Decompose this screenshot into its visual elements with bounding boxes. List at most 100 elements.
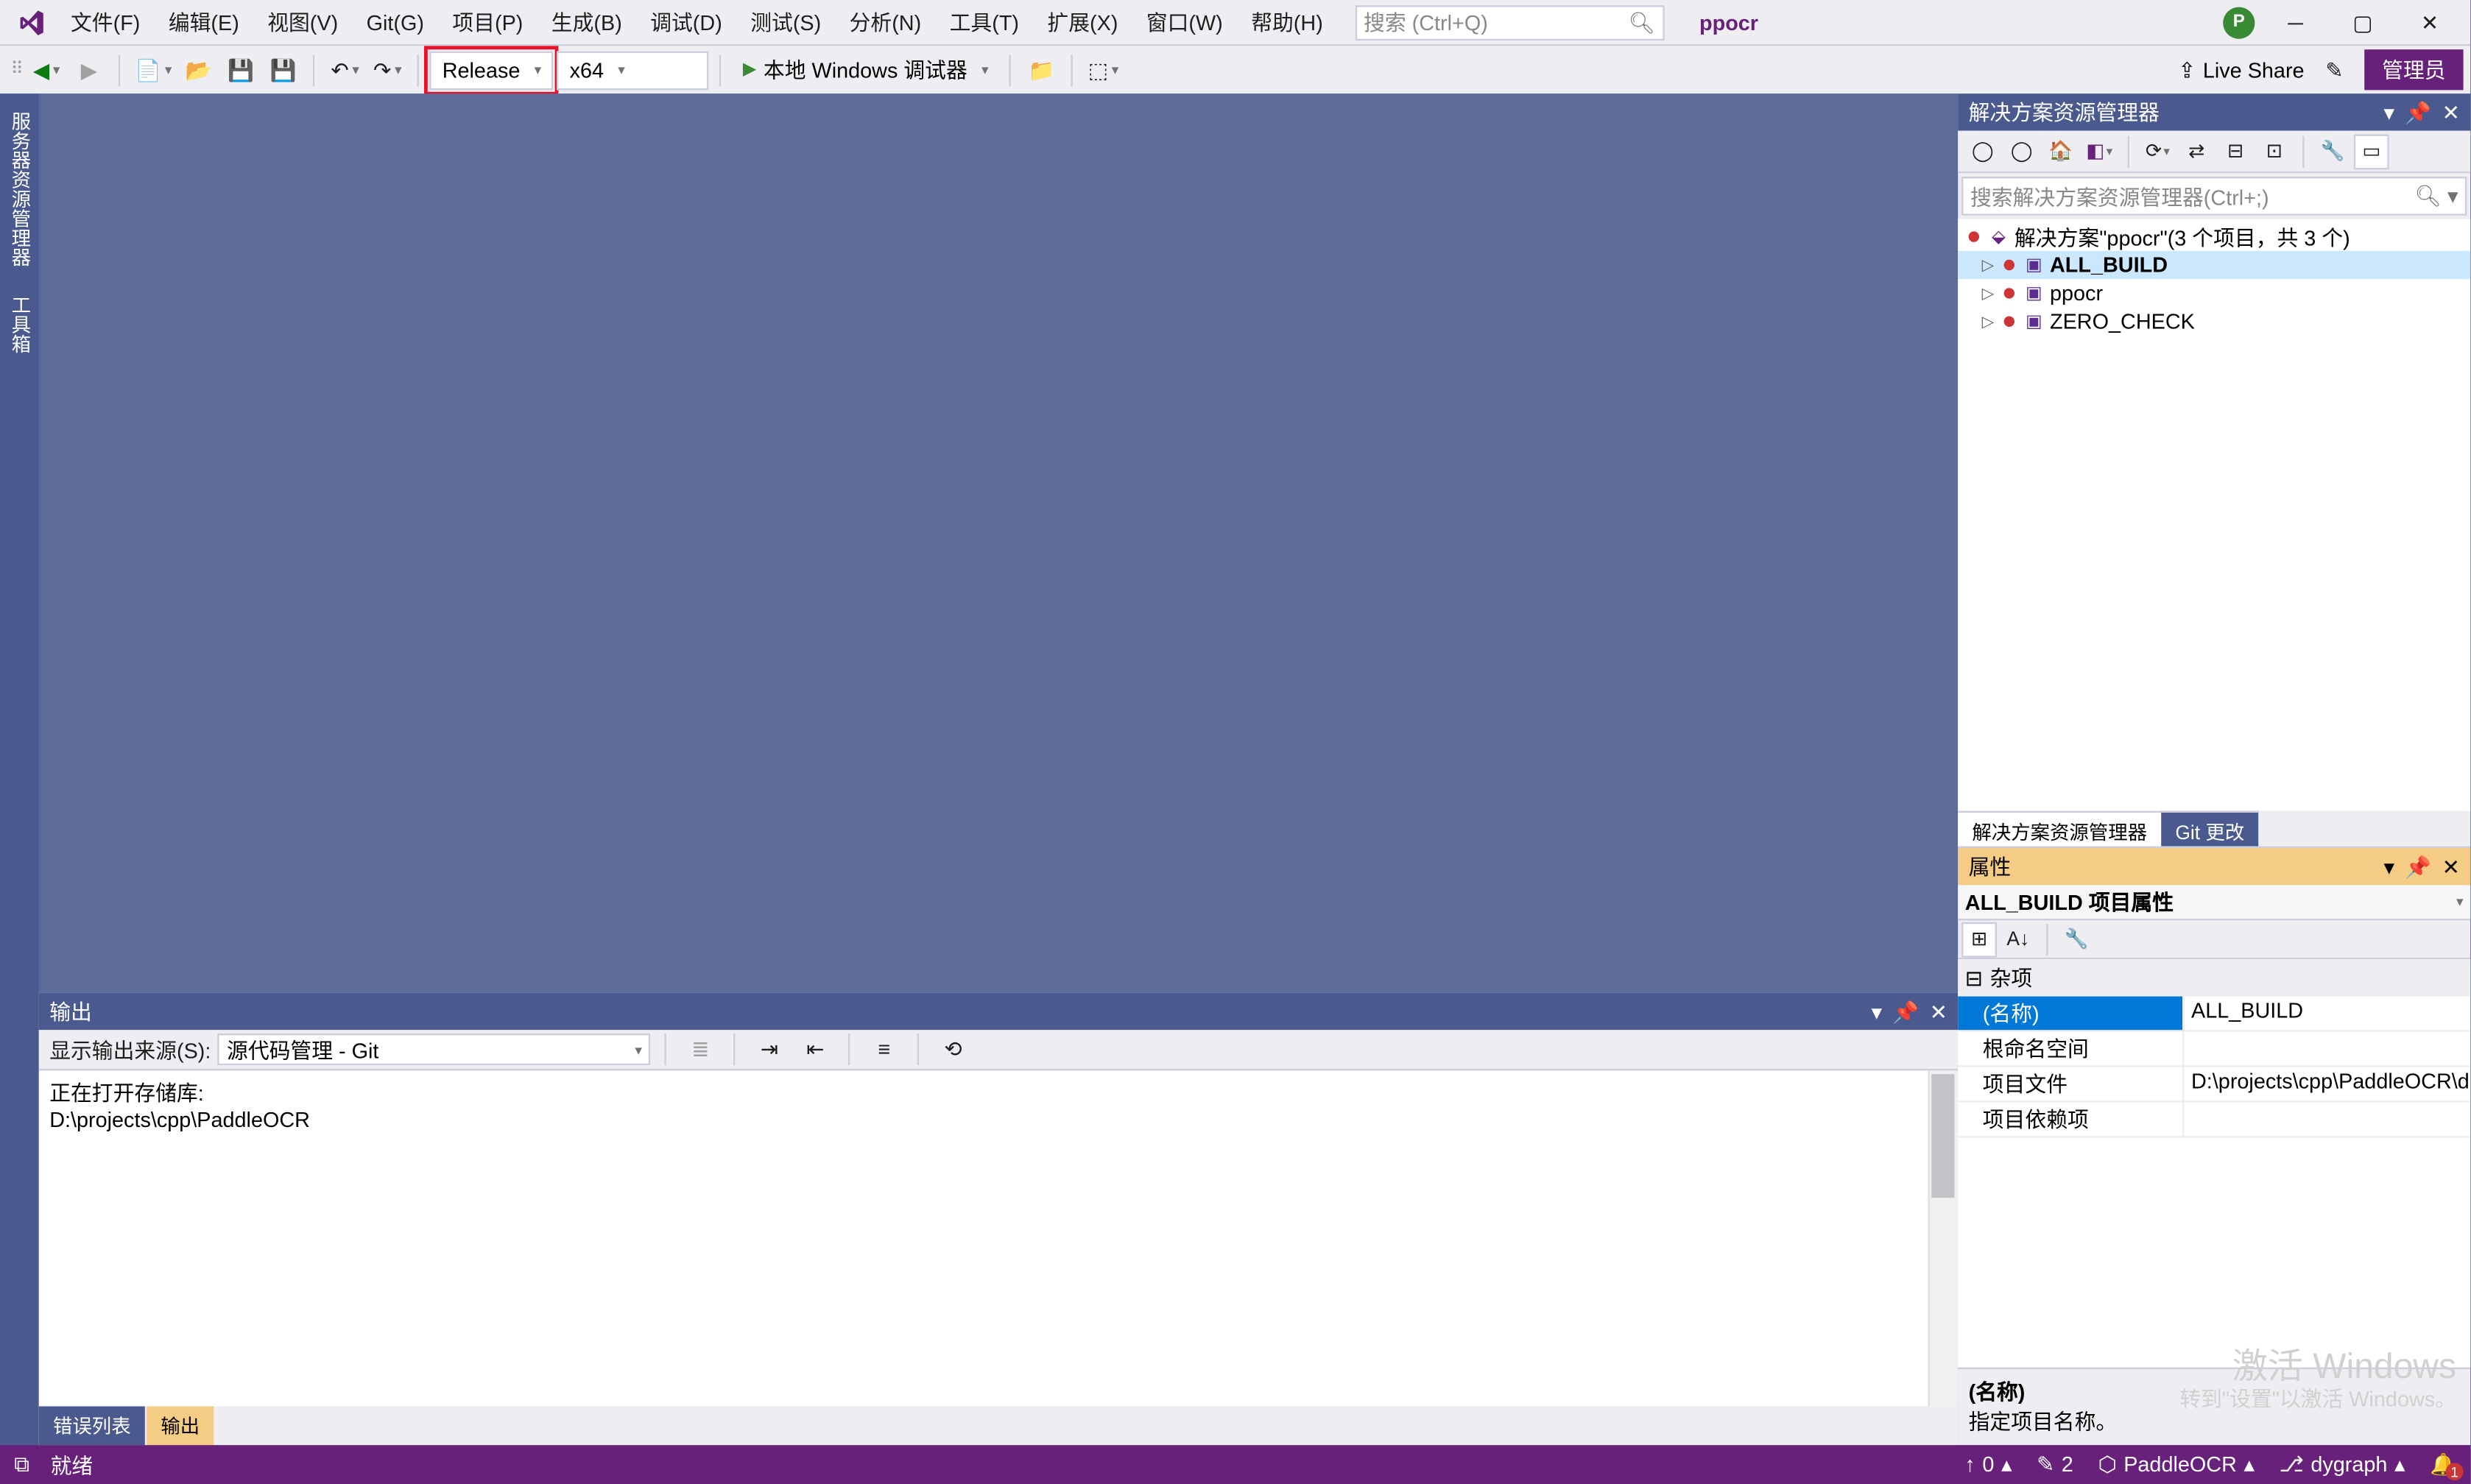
open-file-button[interactable]: 📂 xyxy=(179,50,218,89)
tree-project-allbuild[interactable]: ▷ ▣ ALL_BUILD xyxy=(1958,251,2470,279)
menu-file[interactable]: 文件(F) xyxy=(57,0,155,44)
menu-build[interactable]: 生成(B) xyxy=(537,0,636,44)
new-project-button[interactable]: 📄 xyxy=(131,50,175,89)
menu-help[interactable]: 帮助(H) xyxy=(1237,0,1337,44)
solution-tree[interactable]: ⬙ 解决方案"ppocr"(3 个项目，共 3 个) ▷ ▣ ALL_BUILD… xyxy=(1958,219,2470,811)
tb-misc-1[interactable]: 📁 xyxy=(1022,50,1061,89)
config-dropdown[interactable]: Release xyxy=(430,50,554,89)
error-list-tab[interactable]: 错误列表 xyxy=(39,1406,145,1445)
panel-dropdown-icon[interactable]: ▾ xyxy=(1871,999,1881,1024)
user-avatar[interactable]: P xyxy=(2223,6,2255,38)
se-home-button[interactable]: 🏠 xyxy=(2042,133,2078,169)
se-pin-icon[interactable]: 📌 xyxy=(2405,100,2431,125)
expander-icon[interactable]: ▷ xyxy=(1979,283,1997,303)
output-tb-2[interactable]: ⇥ xyxy=(750,1030,789,1069)
tree-project-zerocheck[interactable]: ▷ ▣ ZERO_CHECK xyxy=(1958,308,2470,336)
panel-pin-icon[interactable]: 📌 xyxy=(1892,999,1919,1024)
output-scrollbar[interactable] xyxy=(1928,1070,1958,1406)
expander-icon[interactable]: ▷ xyxy=(1979,255,1997,275)
se-preview-button[interactable]: ▭ xyxy=(2354,133,2389,169)
props-pin-icon[interactable]: 📌 xyxy=(2405,854,2431,879)
start-debug-button[interactable]: ▶ 本地 Windows 调试器 xyxy=(732,50,999,89)
prop-value[interactable] xyxy=(2184,1103,2470,1137)
se-showall-button[interactable]: ⊡ xyxy=(2257,133,2292,169)
output-title-bar[interactable]: 输出 ▾ 📌 ✕ xyxy=(39,993,1958,1030)
panel-close-icon[interactable]: ✕ xyxy=(1930,999,1947,1024)
feedback-button[interactable]: ✎ xyxy=(2315,50,2354,89)
props-dropdown-icon[interactable]: ▾ xyxy=(2383,854,2394,879)
output-textarea[interactable]: 正在打开存储库: D:\projects\cpp\PaddleOCR xyxy=(39,1070,1958,1406)
output-tb-3[interactable]: ⇤ xyxy=(796,1030,835,1069)
menu-debug[interactable]: 调试(D) xyxy=(636,0,736,44)
props-row-projfile[interactable]: 项目文件 D:\projects\cpp\PaddleOCR\d xyxy=(1958,1067,2470,1103)
menu-view[interactable]: 视图(V) xyxy=(253,0,352,44)
server-explorer-tab[interactable]: 服务器资源管理器 xyxy=(1,105,37,274)
redo-button[interactable]: ↷ xyxy=(368,50,407,89)
menu-git[interactable]: Git(G) xyxy=(352,3,438,42)
tree-project-ppocr[interactable]: ▷ ▣ ppocr xyxy=(1958,279,2470,307)
props-row-namespace[interactable]: 根命名空间 xyxy=(1958,1032,2470,1067)
nav-back-button[interactable]: ◀ xyxy=(27,50,66,89)
se-switch-view-button[interactable]: ◧ xyxy=(2082,133,2117,169)
window-minimize-button[interactable]: ─ xyxy=(2269,4,2322,40)
output-window-icon[interactable]: ⧉ xyxy=(14,1452,29,1478)
solution-explorer-titlebar[interactable]: 解决方案资源管理器 ▾ 📌 ✕ xyxy=(1958,93,2470,130)
status-branch[interactable]: ⎇ dygraph ▴ xyxy=(2280,1452,2405,1477)
output-source-dropdown[interactable]: 源代码管理 - Git xyxy=(218,1034,651,1065)
collapse-icon[interactable]: ⊟ xyxy=(1965,966,1983,991)
se-forward-button[interactable]: ◯ xyxy=(2004,133,2040,169)
status-notifications[interactable]: 🔔1 xyxy=(2430,1452,2456,1477)
solution-explorer-search[interactable]: 搜索解决方案资源管理器(Ctrl+;) 🔍︎ ▾ xyxy=(1961,177,2467,216)
menu-edit[interactable]: 编辑(E) xyxy=(155,0,253,44)
undo-button[interactable]: ↶ xyxy=(325,50,364,89)
prop-value[interactable]: ALL_BUILD xyxy=(2184,997,2470,1031)
output-tb-1[interactable]: ≣ xyxy=(681,1030,720,1069)
props-category-misc[interactable]: ⊟ 杂项 xyxy=(1958,959,2470,996)
menu-test[interactable]: 测试(S) xyxy=(736,0,835,44)
window-maximize-button[interactable]: ▢ xyxy=(2336,4,2389,40)
props-close-icon[interactable]: ✕ xyxy=(2442,854,2460,879)
menu-analyze[interactable]: 分析(N) xyxy=(835,0,935,44)
save-all-button[interactable]: 💾 xyxy=(264,50,303,89)
props-alpha-button[interactable]: A↓ xyxy=(2001,922,2036,957)
git-changes-tab[interactable]: Git 更改 xyxy=(2161,811,2258,847)
props-row-deps[interactable]: 项目依赖项 xyxy=(1958,1103,2470,1138)
menu-window[interactable]: 窗口(W) xyxy=(1132,0,1237,44)
output-tb-4[interactable]: ≡ xyxy=(864,1030,903,1069)
se-back-button[interactable]: ◯ xyxy=(1965,133,2001,169)
se-filter-button[interactable]: ⟳ xyxy=(2140,133,2175,169)
quick-search-input[interactable]: 搜索 (Ctrl+Q) 🔍︎ xyxy=(1355,4,1664,40)
tree-solution-node[interactable]: ⬙ 解决方案"ppocr"(3 个项目，共 3 个) xyxy=(1958,222,2470,250)
nav-forward-button[interactable]: ▶ xyxy=(69,50,108,89)
se-collapse-button[interactable]: ⊟ xyxy=(2218,133,2253,169)
prop-value[interactable]: D:\projects\cpp\PaddleOCR\d xyxy=(2184,1067,2470,1101)
se-close-icon[interactable]: ✕ xyxy=(2442,100,2460,125)
menu-tools[interactable]: 工具(T) xyxy=(935,0,1033,44)
output-tb-5[interactable]: ⟲ xyxy=(934,1030,973,1069)
props-categorized-button[interactable]: ⊞ xyxy=(1961,922,1997,957)
window-close-button[interactable]: ✕ xyxy=(2403,4,2456,40)
scrollbar-thumb[interactable] xyxy=(1931,1074,1954,1198)
solution-explorer-tab[interactable]: 解决方案资源管理器 xyxy=(1958,811,2161,847)
expander-icon[interactable]: ▷ xyxy=(1979,312,1997,331)
output-tab[interactable]: 输出 xyxy=(147,1406,214,1445)
status-changes[interactable]: ✎ 2 xyxy=(2037,1452,2073,1477)
props-pages-button[interactable]: 🔧 xyxy=(2059,922,2094,957)
props-row-name[interactable]: (名称) ALL_BUILD xyxy=(1958,997,2470,1032)
prop-value[interactable] xyxy=(2184,1032,2470,1066)
save-button[interactable]: 💾 xyxy=(222,50,261,89)
se-properties-button[interactable]: 🔧 xyxy=(2315,133,2350,169)
toolbox-tab[interactable]: 工具箱 xyxy=(1,288,37,360)
platform-dropdown[interactable]: x64 xyxy=(557,50,709,89)
properties-grid[interactable]: ⊟ 杂项 (名称) ALL_BUILD 根命名空间 项目文件 D:\projec… xyxy=(1958,959,2470,1367)
tb-misc-2[interactable]: ⬚ xyxy=(1084,50,1123,89)
status-publish[interactable]: ↑ 0 ▴ xyxy=(1964,1452,2012,1477)
status-repo[interactable]: ⬡ PaddleOCR ▴ xyxy=(2098,1452,2255,1477)
properties-object-selector[interactable]: ALL_BUILD 项目属性 xyxy=(1958,885,2470,920)
menu-extensions[interactable]: 扩展(X) xyxy=(1033,0,1132,44)
se-sync-button[interactable]: ⇄ xyxy=(2179,133,2214,169)
se-dropdown-icon[interactable]: ▾ xyxy=(2383,100,2394,125)
live-share-button[interactable]: ⇪ Live Share xyxy=(2168,57,2315,82)
properties-titlebar[interactable]: 属性 ▾ 📌 ✕ xyxy=(1958,848,2470,885)
menu-project[interactable]: 项目(P) xyxy=(438,0,537,44)
